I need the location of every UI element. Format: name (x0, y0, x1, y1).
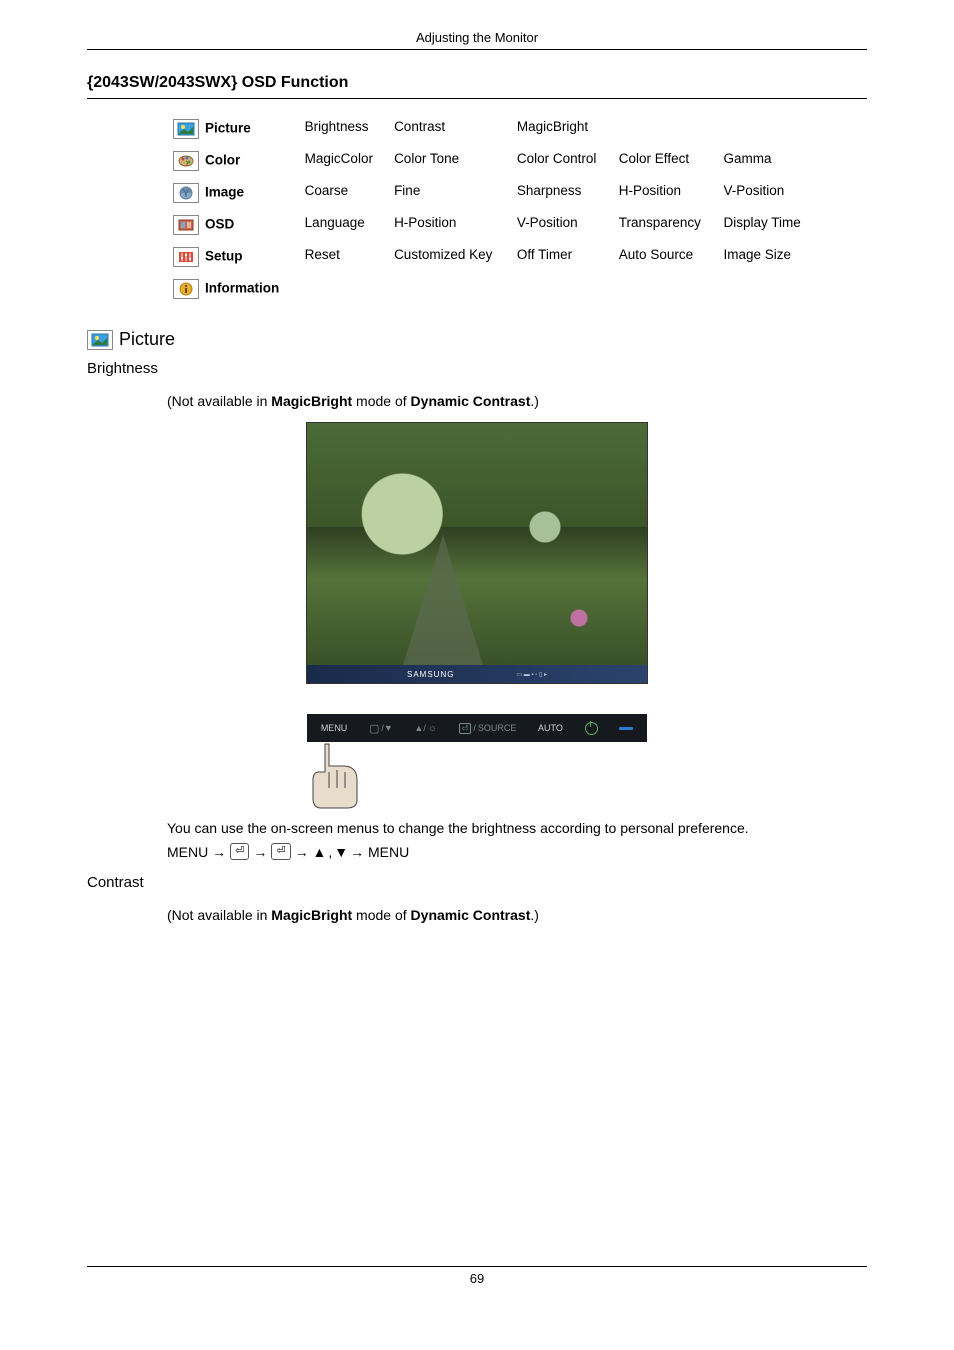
menu-cell: MagicColor (299, 145, 388, 177)
menu-cell: V-Position (718, 177, 817, 209)
heading-rule (87, 98, 867, 99)
menu-cell: Reset (299, 241, 388, 273)
picture-icon (87, 330, 113, 350)
photo-brand: SAMSUNG (407, 670, 454, 679)
contrast-note: (Not available in MagicBright mode of Dy… (167, 905, 817, 926)
photo-bottom-bar: SAMSUNG ▭ ▬ ▪ ▫ ▯ ▸ (307, 665, 647, 683)
enter-icon: ⏎ (271, 843, 290, 860)
menu-cell: Display Time (718, 209, 817, 241)
table-row: Information (167, 273, 817, 305)
brightness-note: (Not available in MagicBright mode of Dy… (167, 391, 817, 412)
page-number: 69 (87, 1271, 867, 1286)
menu-cell (718, 113, 817, 145)
menu-cell: Color Control (511, 145, 613, 177)
menu-cell: Brightness (299, 113, 388, 145)
brightness-menu-path: MENU → ⏎ → ⏎ → ▲ , ▼ → MENU (167, 843, 867, 860)
sample-photo: SAMSUNG ▭ ▬ ▪ ▫ ▯ ▸ (306, 422, 648, 684)
table-row: Image Coarse Fine Sharpness H-Position V… (167, 177, 817, 209)
brightness-down-button[interactable]: ▢/▼ (369, 722, 393, 735)
table-row: OSD Language H-Position V-Position Trans… (167, 209, 817, 241)
enter-icon: ⏎ (230, 843, 249, 860)
menu-cell: Gamma (718, 145, 817, 177)
menu-cell: V-Position (511, 209, 613, 241)
monitor-button-bar: MENU ▢/▼ ▲/☼ ⏎/SOURCE AUTO (307, 714, 647, 742)
main-heading: {2043SW/2043SWX} OSD Function (87, 74, 867, 92)
menu-cell: Sharpness (511, 177, 613, 209)
footer-rule (87, 1266, 867, 1267)
brightness-up-button[interactable]: ▲/☼ (414, 723, 437, 734)
menu-label: Information (205, 281, 279, 296)
menu-cell (613, 113, 718, 145)
header-rule (87, 49, 867, 50)
menu-cell: Customized Key (388, 241, 511, 273)
menu-cell: Coarse (299, 177, 388, 209)
menu-label: Image (205, 185, 244, 200)
osd-menu-table: Picture Brightness Contrast MagicBright … (167, 113, 817, 305)
menu-label: OSD (205, 217, 234, 232)
brightness-heading: Brightness (87, 360, 867, 377)
setup-icon (173, 247, 199, 267)
auto-button[interactable]: AUTO (538, 723, 563, 733)
menu-label: Color (205, 153, 240, 168)
menu-cell: Color Tone (388, 145, 511, 177)
picture-heading-label: Picture (119, 329, 175, 350)
table-row: Setup Reset Customized Key Off Timer Aut… (167, 241, 817, 273)
picture-section-heading: Picture (87, 329, 867, 350)
menu-cell: Color Effect (613, 145, 718, 177)
contrast-heading: Contrast (87, 874, 867, 891)
color-icon (173, 151, 199, 171)
osd-icon (173, 215, 199, 235)
table-row: Color MagicColor Color Tone Color Contro… (167, 145, 817, 177)
table-row: Picture Brightness Contrast MagicBright (167, 113, 817, 145)
menu-label: Picture (205, 121, 251, 136)
menu-cell: Fine (388, 177, 511, 209)
menu-cell: Transparency (613, 209, 718, 241)
menu-cell: Off Timer (511, 241, 613, 273)
menu-label: Setup (205, 249, 243, 264)
image-icon (173, 183, 199, 203)
menu-cell: MagicBright (511, 113, 613, 145)
hand-pointer-illustration (299, 742, 399, 812)
brightness-description: You can use the on-screen menus to chang… (167, 818, 817, 839)
menu-button[interactable]: MENU (321, 723, 348, 733)
menu-cell: H-Position (388, 209, 511, 241)
indicator-led (619, 727, 633, 730)
source-button[interactable]: ⏎/SOURCE (459, 723, 517, 734)
photo-indicators: ▭ ▬ ▪ ▫ ▯ ▸ (516, 671, 547, 678)
menu-cell: Auto Source (613, 241, 718, 273)
information-icon (173, 279, 199, 299)
menu-cell: H-Position (613, 177, 718, 209)
menu-cell: Image Size (718, 241, 817, 273)
power-icon (585, 722, 598, 735)
menu-cell: Language (299, 209, 388, 241)
power-button[interactable] (585, 722, 598, 735)
page-header: Adjusting the Monitor (87, 30, 867, 45)
picture-icon (173, 119, 199, 139)
menu-cell: Contrast (388, 113, 511, 145)
